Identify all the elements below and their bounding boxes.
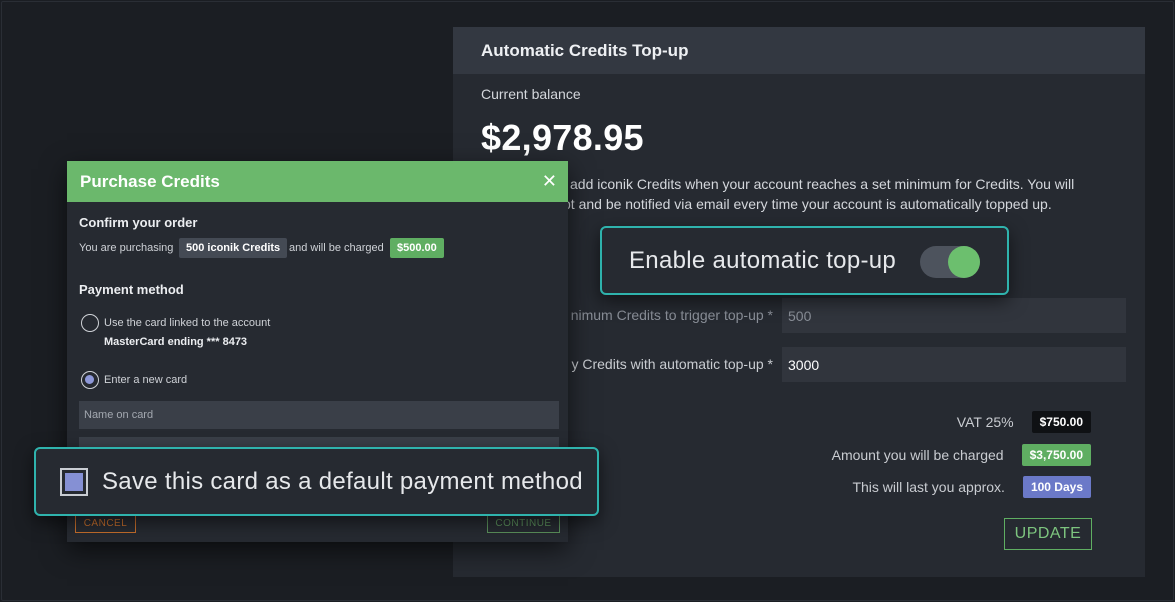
description-line-1: add iconik Credits when your account rea… (570, 176, 1075, 192)
credits-chip: 500 iconik Credits (179, 238, 288, 258)
cancel-button[interactable]: CANCEL (75, 513, 136, 533)
auto-topup-title: Automatic Credits Top-up (453, 27, 1145, 74)
checkbox-checked-mark (65, 472, 83, 491)
purchase-modal-title: Purchase Credits (80, 171, 220, 191)
charge-row: Amount you will be charged $3,750.00 (832, 444, 1091, 466)
current-balance-label: Current balance (481, 86, 581, 102)
min-credits-input[interactable] (782, 298, 1126, 333)
new-card-radio[interactable] (81, 371, 99, 389)
save-card-checkbox[interactable] (60, 467, 88, 496)
save-card-label: Save this card as a default payment meth… (102, 467, 583, 495)
save-card-callout: Save this card as a default payment meth… (34, 447, 599, 516)
app-screen: Automatic Credits Top-up Current balance… (1, 1, 1174, 601)
purchasing-text: You are purchasing (79, 242, 174, 254)
linked-card-detail: MasterCard ending *** 8473 (104, 336, 248, 348)
charge-label: Amount you will be charged (831, 447, 1004, 463)
update-button[interactable]: UPDATE (1004, 518, 1092, 550)
vat-value: $750.00 (1031, 411, 1091, 433)
vat-row: VAT 25% $750.00 (957, 411, 1091, 433)
confirm-order-heading: Confirm your order (79, 215, 198, 230)
auto-topup-description: add iconik Credits when your account rea… (481, 174, 1121, 214)
buy-credits-input[interactable] (782, 347, 1126, 382)
vat-label: VAT 25% (956, 414, 1014, 430)
continue-button[interactable]: CONTINUE (487, 513, 560, 533)
name-on-card-input[interactable] (79, 401, 559, 429)
price-chip: $500.00 (390, 238, 444, 258)
duration-value: 100 Days (1022, 476, 1091, 498)
description-line-2: pt and be notified via email every time … (563, 196, 1052, 212)
enable-topup-callout: Enable automatic top-up (600, 226, 1009, 295)
payment-method-heading: Payment method (79, 282, 184, 297)
toggle-knob (948, 246, 980, 278)
new-card-label: Enter a new card (104, 374, 188, 386)
purchase-modal-header: Purchase Credits ✕ (67, 161, 568, 202)
buy-credits-label: y Credits with automatic top-up * (571, 356, 773, 372)
charged-text: and will be charged (289, 242, 384, 254)
linked-card-radio[interactable] (81, 314, 99, 332)
duration-row: This will last you approx. 100 Days (852, 476, 1091, 498)
enable-topup-label: Enable automatic top-up (629, 246, 897, 274)
charge-value: $3,750.00 (1021, 444, 1091, 466)
close-icon[interactable]: ✕ (542, 171, 557, 192)
min-credits-label: nimum Credits to trigger top-up * (570, 307, 773, 323)
duration-label: This will last you approx. (852, 479, 1005, 495)
linked-card-label: Use the card linked to the account (104, 317, 271, 329)
current-balance-value: $2,978.95 (481, 117, 644, 158)
enable-topup-toggle[interactable] (920, 246, 980, 278)
